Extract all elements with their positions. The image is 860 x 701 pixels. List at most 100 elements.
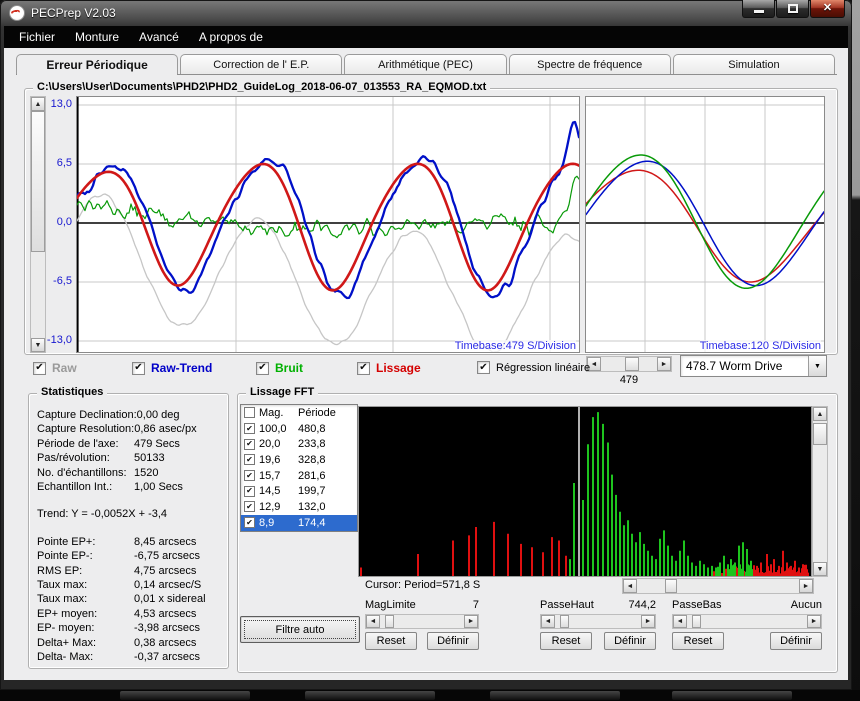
fft-list-row[interactable]: ✔ 15,7 281,6 <box>241 468 357 484</box>
checkbox-icon[interactable]: ✔ <box>256 361 269 375</box>
checkbox-icon[interactable]: ✔ <box>132 361 145 375</box>
scrollbar-track[interactable] <box>637 579 799 593</box>
scrollbar-thumb[interactable] <box>560 615 569 628</box>
fft-list-row[interactable]: ✔ 8,9 174,4 <box>241 514 357 531</box>
checkbox-icon[interactable] <box>244 407 255 419</box>
toggle-raw-trend[interactable]: ✔ Raw-Trend <box>132 361 212 375</box>
scrollbar-track[interactable] <box>555 615 641 628</box>
scrollbar-thumb[interactable] <box>692 615 701 628</box>
scroll-right-icon[interactable]: ► <box>657 357 671 371</box>
checkbox-icon[interactable]: ✔ <box>244 423 255 435</box>
fft-hscrollbar[interactable]: ◄ ► <box>622 578 814 594</box>
checkbox-icon[interactable]: ✔ <box>244 501 255 513</box>
checkbox-icon[interactable]: ✔ <box>244 485 255 497</box>
worm-drive-value: 478.7 Worm Drive <box>686 359 783 373</box>
checkbox-icon[interactable]: ✔ <box>244 470 255 482</box>
fft-list-row[interactable]: ✔ 14,5 199,7 <box>241 483 357 499</box>
stat-row: Période de l'axe: 479 Secs <box>37 437 180 450</box>
tab-strip: Erreur Périodique Correction de l' E.P. Ar… <box>16 54 837 75</box>
taskbar-item[interactable] <box>305 691 435 700</box>
worm-drive-combobox[interactable]: 478.7 Worm Drive ▼ <box>680 355 827 377</box>
tab-spectre-de-fr-quence[interactable]: Spectre de fréquence <box>508 54 671 74</box>
scrollbar-track[interactable] <box>380 615 464 628</box>
scrollbar-thumb[interactable] <box>813 423 827 445</box>
scrollbar-thumb[interactable] <box>31 111 45 252</box>
menu-avanc[interactable]: Avancé <box>129 27 189 47</box>
scroll-left-icon[interactable]: ◄ <box>623 579 637 593</box>
client-area: Erreur Périodique Correction de l' E.P. Ar… <box>4 48 848 680</box>
passehaut-define-button[interactable]: Définir <box>604 632 656 650</box>
titlebar[interactable]: PECPrep V2.03 ✕ <box>0 0 852 26</box>
menu-fichier[interactable]: Fichier <box>9 27 65 47</box>
y-tick-label: -13,0 <box>46 334 72 346</box>
maglimite-scrollbar[interactable]: ◄ ► <box>365 614 479 629</box>
passehaut-reset-button[interactable]: Reset <box>540 632 592 650</box>
checkbox-icon[interactable]: ✔ <box>244 454 255 466</box>
slider-value: 7 <box>472 599 479 611</box>
toggle-lissage[interactable]: ✔ Lissage <box>357 361 421 375</box>
slider-label: PasseBas <box>672 599 722 611</box>
slider-label: PasseHaut <box>540 599 594 611</box>
toggle-r-gression-lin-aire[interactable]: ✔ Régression linéaire <box>477 361 590 374</box>
stat-row: Capture Declination: 0,00 deg <box>37 409 180 421</box>
passebas-reset-button[interactable]: Reset <box>672 632 724 650</box>
checkbox-icon[interactable]: ✔ <box>357 361 370 375</box>
taskbar-item[interactable] <box>672 691 792 700</box>
scroll-right-icon[interactable]: ► <box>807 615 821 628</box>
minimize-button[interactable] <box>742 0 775 18</box>
fft-spectrum-chart[interactable] <box>358 406 812 577</box>
scroll-right-icon[interactable]: ► <box>799 579 813 593</box>
toggle-label: Bruit <box>275 361 303 375</box>
chevron-down-icon[interactable]: ▼ <box>808 356 826 376</box>
menu-monture[interactable]: Monture <box>65 27 129 47</box>
checkbox-icon[interactable]: ✔ <box>244 517 255 529</box>
passebas-define-button[interactable]: Définir <box>770 632 822 650</box>
slider-value: 744,2 <box>628 599 656 611</box>
toggle-raw[interactable]: ✔ Raw <box>33 361 77 375</box>
scrollbar-thumb[interactable] <box>625 357 639 371</box>
slider-group-passebas: PasseBas Aucun ◄ ► Reset Définir <box>672 599 822 650</box>
maglimite-define-button[interactable]: Définir <box>427 632 479 650</box>
worm-cycle-chart[interactable]: Timebase:120 S/Division <box>585 96 825 353</box>
tab-simulation[interactable]: Simulation <box>672 54 836 74</box>
maglimite-reset-button[interactable]: Reset <box>365 632 417 650</box>
scrollbar-thumb[interactable] <box>665 579 677 593</box>
close-button[interactable]: ✕ <box>810 0 845 18</box>
scroll-left-icon[interactable]: ◄ <box>541 615 555 628</box>
fft-list-header: Mag. Période <box>241 405 357 421</box>
fft-list-row[interactable]: ✔ 100,0 480,8 <box>241 421 357 437</box>
checkbox-icon[interactable]: ✔ <box>33 361 46 375</box>
scrollbar-track[interactable] <box>687 615 807 628</box>
fft-peak-list[interactable]: Mag. Période ✔ 100,0 480,8 ✔ 20,0 233,8 ✔ 19,6 328… <box>240 404 358 532</box>
auto-filter-button[interactable]: Filtre auto <box>240 616 360 643</box>
worm-chart-hscrollbar[interactable]: ◄ ► <box>586 356 672 372</box>
passehaut-scrollbar[interactable]: ◄ ► <box>540 614 656 629</box>
tab-correction-de-l-e-p[interactable]: Correction de l' E.P. <box>180 54 343 74</box>
scrollbar-track[interactable] <box>813 421 827 562</box>
pe-chart[interactable]: Timebase:479 S/Division <box>76 96 580 353</box>
desktop-background <box>852 0 860 701</box>
passebas-scrollbar[interactable]: ◄ ► <box>672 614 822 629</box>
scrollbar-track[interactable] <box>601 357 657 371</box>
scrollbar-thumb[interactable] <box>385 615 394 628</box>
tab-arithm-tique-pec[interactable]: Arithmétique (PEC) <box>344 54 507 74</box>
fft-list-row[interactable]: ✔ 20,0 233,8 <box>241 436 357 452</box>
checkbox-icon[interactable]: ✔ <box>477 361 490 374</box>
scroll-down-icon[interactable]: ▼ <box>813 562 827 576</box>
scroll-up-icon[interactable]: ▲ <box>813 407 827 421</box>
taskbar-item[interactable] <box>120 691 250 700</box>
scroll-right-icon[interactable]: ► <box>464 615 478 628</box>
scroll-left-icon[interactable]: ◄ <box>673 615 687 628</box>
checkbox-icon[interactable]: ✔ <box>244 438 255 450</box>
tab-erreur-p-riodique[interactable]: Erreur Périodique <box>16 54 179 75</box>
scroll-right-icon[interactable]: ► <box>641 615 655 628</box>
slider-value: Aucun <box>790 599 822 611</box>
fft-list-row[interactable]: ✔ 12,9 132,0 <box>241 499 357 515</box>
taskbar-item[interactable] <box>490 691 620 700</box>
restore-button[interactable] <box>776 0 809 18</box>
toggle-bruit[interactable]: ✔ Bruit <box>256 361 303 375</box>
fft-vscrollbar[interactable]: ▲ ▼ <box>812 406 828 577</box>
fft-list-row[interactable]: ✔ 19,6 328,8 <box>241 452 357 468</box>
menu-a-propos-de[interactable]: A propos de <box>189 27 273 47</box>
scroll-left-icon[interactable]: ◄ <box>366 615 380 628</box>
